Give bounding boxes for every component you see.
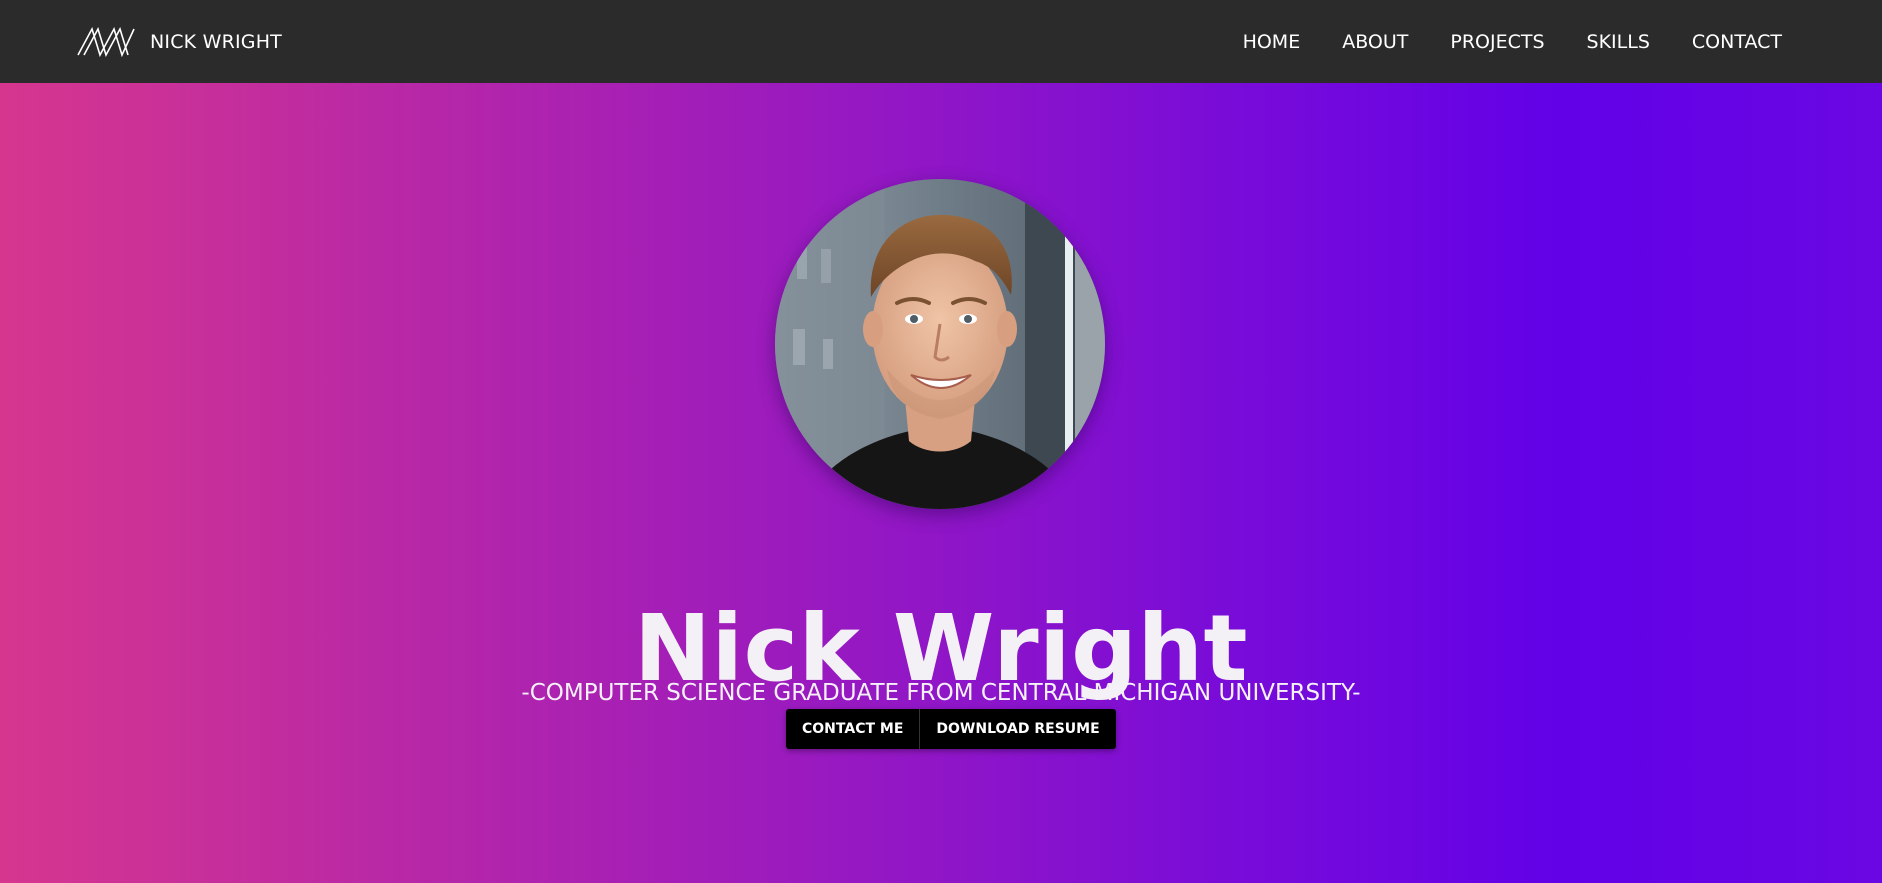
profile-photo [775, 179, 1105, 509]
nav-link-skills[interactable]: SKILLS [1587, 31, 1650, 53]
hero-section: Nick Wright -COMPUTER SCIENCE GRADUATE F… [0, 83, 1882, 883]
hero-button-group: CONTACT ME DOWNLOAD RESUME [786, 709, 1116, 749]
nav-link-home[interactable]: HOME [1243, 31, 1301, 53]
nav-link-contact[interactable]: CONTACT [1692, 31, 1782, 53]
nav-link-projects[interactable]: PROJECTS [1450, 31, 1544, 53]
brand-name: NICK WRIGHT [150, 30, 282, 53]
brand-link[interactable]: NICK WRIGHT [76, 0, 282, 83]
download-resume-button[interactable]: DOWNLOAD RESUME [919, 709, 1116, 749]
contact-me-button[interactable]: CONTACT ME [786, 709, 920, 749]
top-navbar: NICK WRIGHT HOME ABOUT PROJECTS SKILLS C… [0, 0, 1882, 83]
hero-tagline: -COMPUTER SCIENCE GRADUATE FROM CENTRAL … [521, 680, 1361, 706]
nav-link-about[interactable]: ABOUT [1342, 31, 1408, 53]
profile-photo-image [775, 179, 1105, 509]
main-nav: HOME ABOUT PROJECTS SKILLS CONTACT [1243, 0, 1782, 83]
nw-logo-icon [77, 26, 135, 57]
